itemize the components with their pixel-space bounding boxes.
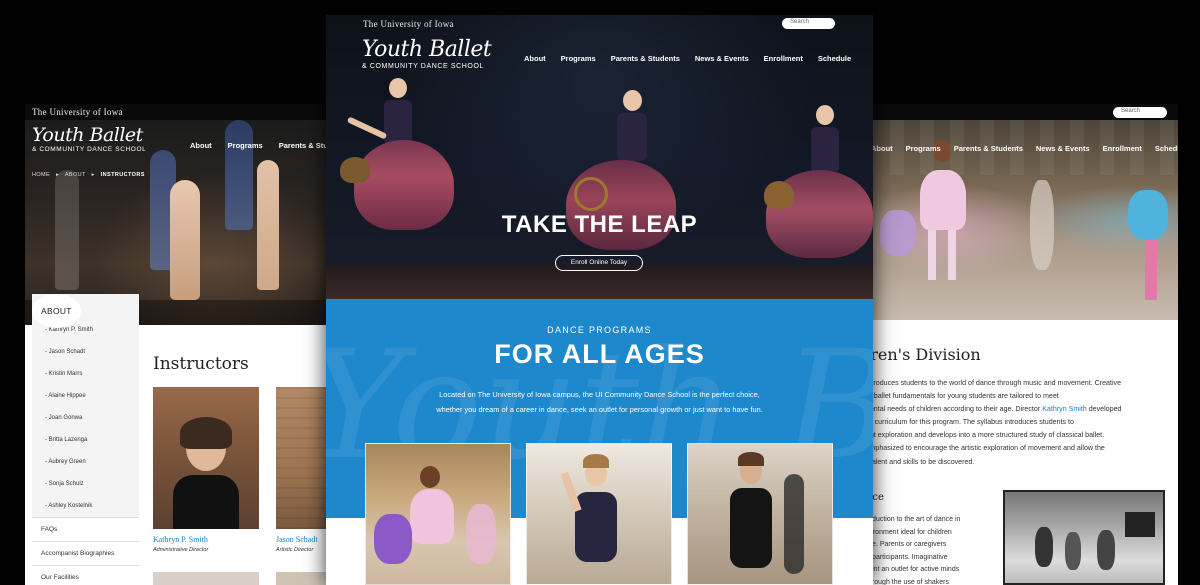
university-name[interactable]: The University of Iowa [363,19,454,29]
sidebar-subitem[interactable]: - Britta Lazenga [32,429,139,451]
nav-parents-students[interactable]: Parents & Students [954,144,1023,153]
breadcrumb-current: INSTRUCTORS [100,172,145,178]
body-line: ntroduction to the art of dance in [860,516,961,523]
section-title: FOR ALL AGES [494,339,705,369]
nav-enrollment[interactable]: Enrollment [1103,144,1142,153]
body-text: omental needs of children according to t… [860,405,1043,414]
sidebar-subitem[interactable]: - Ashley Kostelnik [32,495,139,517]
page-title: Instructors [153,354,249,374]
dancer-shape [346,116,388,140]
nav-about[interactable]: About [524,54,546,63]
dancer-shape [389,78,407,98]
chevron-right-icon: ▸ [91,172,95,178]
nav-parents-students[interactable]: Parents & Students [611,54,680,63]
nav-news-events[interactable]: News & Events [1036,144,1090,153]
breadcrumb-about[interactable]: ABOUT [65,172,86,178]
nav-news-events[interactable]: News & Events [695,54,749,63]
dancer-shape [384,100,412,145]
body-line: ment exploration and develops into a mor… [860,431,1105,440]
body-line: . Through the use of shakers [860,578,949,585]
hero-tagline: TAKE THE LEAP [501,211,698,238]
dancer-shape [623,90,642,111]
program-card-childrens[interactable] [365,443,511,585]
site-logo[interactable]: Youth Ballet & COMMUNITY DANCE SCHOOL [362,37,492,71]
nav-programs[interactable]: Programs [228,141,263,150]
body-line: and ballet fundamentals for young studen… [860,392,1059,401]
university-bar: Search [860,104,1178,120]
body-line: are participants. Imaginative [860,553,948,561]
body-line: environment ideal for children [860,528,952,536]
site-logo[interactable]: Youth Ballet & COMMUNITY DANCE SCHOOL [32,124,147,154]
logo-subtitle: & COMMUNITY DANCE SCHOOL [32,146,147,153]
intro-line: whether you dream of a career in dance, … [436,405,763,414]
division-description: n introduces students to the world of da… [860,377,1170,469]
dancer-shape [816,105,834,125]
sidebar-subitem[interactable]: - Kristin Marrs [32,363,139,385]
nav-schedule[interactable]: Schedule [818,54,851,63]
logo-subtitle: & COMMUNITY DANCE SCHOOL [362,63,485,70]
nav-about[interactable]: About [190,141,212,150]
basket-shape [340,157,370,183]
wreath-shape [574,177,608,211]
sidebar-subitem[interactable]: - Jason Schadt [32,341,139,363]
instructor-name[interactable]: Kathryn P. Smith [153,535,208,544]
basket-shape [764,181,794,209]
sidebar-subitem[interactable]: - Aubrey Green [32,451,139,473]
logo-script: Youth Ballet [32,124,143,146]
sidebar-item-faqs[interactable]: FAQs [32,517,139,541]
body-line: sive curriculum for this program. The sy… [860,418,1074,427]
search-input[interactable]: Search [782,18,835,29]
section-intro: Located on The University of Iowa campus… [404,387,795,417]
nav-enrollment[interactable]: Enrollment [764,54,803,63]
instructor-name[interactable]: Jason Schadt [276,535,318,544]
main-nav: About Programs Parents & Students News &… [524,54,851,63]
right-screen-childrens-division: Search About Programs Parents & Students… [860,104,1178,585]
nav-programs[interactable]: Programs [906,144,941,153]
instructor-photo[interactable] [153,387,259,529]
university-bar: The University of Iowa [25,104,338,120]
body-text: developed [1086,405,1122,414]
left-screen-instructors-page: The University of Iowa Youth Ballet & CO… [25,104,338,585]
director-link[interactable]: Kathryn Smith [1042,405,1087,413]
search-input[interactable]: Search [1113,107,1167,118]
dancer-shape [617,113,647,161]
sidebar-heading[interactable]: ABOUT [32,294,81,328]
breadcrumb-home[interactable]: HOME [32,172,50,178]
body-line: n introduces students to the world of da… [860,379,1122,387]
sidebar-nav: ABOUT Instructors - Kathryn P. Smith - J… [32,294,139,585]
instructor-role: Administrative Director [153,547,209,553]
body-line: resent an outlet for active minds [860,566,960,573]
instructor-photo[interactable] [153,572,259,585]
section-kicker: DANCE PROGRAMS [547,325,652,335]
nav-schedule[interactable]: Schedule [1155,144,1178,153]
sidebar-subitem[interactable]: - Alaine Hippee [32,385,139,407]
program-card-youth[interactable] [526,443,672,585]
center-screen-home-page: The University of Iowa Search Youth Ball… [326,15,873,585]
breadcrumb: HOME ▸ ABOUT ▸ INSTRUCTORS [32,172,145,178]
dancer-shape [811,127,839,173]
logo-script: Youth Ballet [362,37,492,62]
body-line: three. Parents or caregivers [860,541,947,548]
nav-about[interactable]: About [871,144,893,153]
section-description: ntroduction to the art of dance in envir… [860,514,990,585]
university-name[interactable]: The University of Iowa [32,107,123,117]
program-card-adult[interactable] [687,443,833,585]
main-nav: About Programs Parents & Studen [190,141,338,150]
sidebar-item-facilities[interactable]: Our Facilities [32,565,139,585]
chevron-right-icon: ▸ [56,172,60,178]
body-line: s emphasized to encourage the artistic e… [860,444,1105,453]
page-title: dren's Division [860,345,981,364]
intro-line: Located on The University of Iowa campus… [439,390,760,399]
instructor-role: Artistic Director [276,547,314,553]
body-line: omental needs of children according to t… [860,403,1170,416]
sidebar-subitem[interactable]: - Joan Gonwa [32,407,139,429]
enroll-button[interactable]: Enroll Online Today [555,255,643,271]
class-photo-bw [1003,490,1165,585]
sidebar-item-accompanists[interactable]: Accompanist Biographies [32,541,139,565]
nav-programs[interactable]: Programs [561,54,596,63]
sidebar-subitem[interactable]: - Sonja Schulz [32,473,139,495]
body-line: ral talent and skills to be discovered. [860,457,975,466]
main-nav: About Programs Parents & Students News &… [871,144,1178,153]
